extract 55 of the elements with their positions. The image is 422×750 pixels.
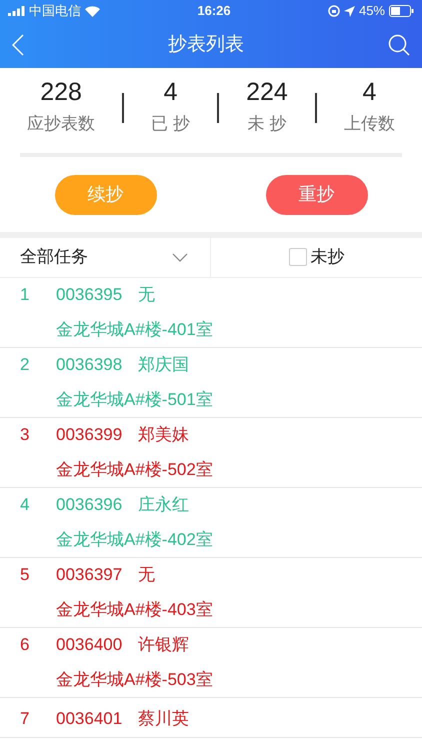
page-title: 抄表列表 (168, 32, 244, 57)
meter-code: 0036399 (56, 424, 122, 446)
meter-code: 0036396 (56, 494, 122, 516)
resident-name: 庄永红 (138, 494, 190, 516)
resident-name: 郑美妹 (138, 424, 190, 446)
stat-value: 224 (246, 80, 288, 105)
address-text: 金龙华城A#楼-503室 (56, 670, 213, 688)
meter-code: 0036401 (56, 708, 122, 730)
stat-label: 应抄表数 (27, 113, 96, 135)
resident-name: 许银辉 (138, 634, 190, 656)
address-text: 金龙华城A#楼-401室 (56, 320, 213, 338)
checkbox[interactable] (288, 248, 306, 266)
meter-code: 0036400 (56, 634, 122, 656)
address-text: 金龙华城A#楼-502室 (56, 460, 213, 478)
meter-code: 0036395 (56, 284, 122, 306)
resident-name: 无 (138, 284, 156, 306)
stat-value: 4 (164, 80, 178, 105)
battery-percent: 45% (358, 2, 385, 20)
meter-row[interactable]: 5 0036397 无 金龙华城A#楼-403室 (0, 558, 422, 628)
task-dropdown[interactable]: 全部任务 (0, 238, 211, 276)
action-button[interactable]: 重抄 (266, 174, 368, 214)
row-index: 7 (20, 708, 30, 730)
back-icon[interactable] (12, 34, 24, 56)
signal-icon (8, 6, 25, 16)
row-index: 1 (20, 284, 30, 306)
address-text: 金龙华城A#楼-402室 (56, 530, 213, 548)
chevron-down-icon (172, 252, 188, 262)
checkbox-label: 未抄 (310, 246, 344, 268)
search-icon[interactable] (388, 34, 410, 56)
wifi-icon (85, 6, 100, 16)
address-text: 金龙华城A#楼-501室 (56, 390, 213, 408)
stat-label: 已 抄 (151, 113, 190, 135)
carrier-name: 中国电信 (29, 2, 81, 20)
stat-label: 上传数 (344, 113, 395, 135)
stat-value: 228 (40, 80, 82, 105)
stat-label: 未 抄 (248, 113, 286, 135)
meter-row[interactable]: 3 0036399 郑美妹 金龙华城A#楼-502室 (0, 418, 422, 488)
row-index: 2 (20, 354, 30, 376)
row-index: 3 (20, 424, 30, 446)
row-index: 5 (20, 564, 30, 586)
address-text: 金龙华城A#楼-403室 (56, 600, 213, 618)
row-index: 6 (20, 634, 30, 656)
row-index: 4 (20, 494, 30, 516)
location-icon (344, 6, 355, 16)
stat-value: 4 (362, 80, 376, 105)
meter-row[interactable]: 6 0036400 许银辉 金龙华城A#楼-503室 (0, 628, 422, 698)
resident-name: 无 (138, 564, 156, 586)
resident-name: 郑庆国 (138, 354, 190, 376)
meter-row[interactable]: 7 0036401 蔡川英 (0, 698, 422, 738)
meter-code: 0036398 (56, 354, 122, 376)
battery-icon (389, 5, 414, 17)
rotation-lock-icon (328, 5, 340, 17)
resident-name: 蔡川英 (138, 708, 190, 730)
status-time: 16:26 (197, 2, 231, 20)
meter-code: 0036397 (56, 564, 122, 586)
